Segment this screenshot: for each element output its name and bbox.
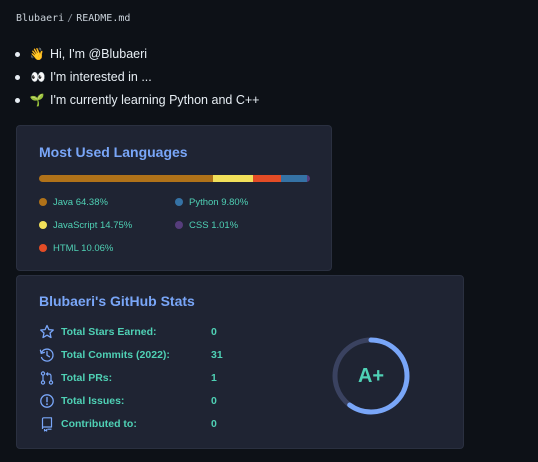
breadcrumb: Blubaeri / README.md	[16, 13, 130, 24]
java-dot-icon	[39, 198, 47, 206]
stat-value: 1	[211, 372, 217, 384]
legend-label: CSS	[189, 220, 209, 231]
legend-percent: 64.38%	[75, 197, 108, 208]
language-bar-segment	[253, 175, 281, 182]
legend-item-html: HTML 10.06%	[39, 243, 113, 255]
languages-card-title: Most Used Languages	[39, 144, 188, 160]
stat-value: 0	[211, 395, 217, 407]
github-stats-card[interactable]: Blubaeri's GitHub Stats Total Stars Earn…	[16, 275, 464, 449]
legend-item-java: Java 64.38%	[39, 197, 108, 209]
pull-request-icon	[40, 371, 54, 385]
language-bar-segment	[307, 175, 310, 182]
eyes-icon: 👀	[30, 70, 46, 84]
languages-card[interactable]: Most Used Languages Java 64.38% JavaScri…	[16, 125, 332, 271]
legend-item-python: Python 9.80%	[175, 197, 248, 209]
legend-label: JavaScript	[53, 220, 98, 231]
language-bar-segment	[280, 175, 308, 182]
stats-card-title: Blubaeri's GitHub Stats	[39, 293, 195, 309]
legend-label: Java	[53, 197, 74, 208]
list-item-text: I'm currently learning Python and C++	[50, 93, 260, 107]
waving-hand-icon: 👋	[29, 47, 45, 61]
javascript-dot-icon	[39, 221, 47, 229]
list-item: 👀 I'm interested in ...	[12, 66, 259, 89]
stat-label: Total Issues:	[61, 395, 125, 407]
list-item: 👋 Hi, I'm @Blubaeri	[12, 43, 259, 66]
html-dot-icon	[39, 244, 47, 252]
breadcrumb-separator: /	[67, 13, 74, 24]
repo-icon	[41, 417, 53, 432]
language-bar-segment	[39, 175, 214, 182]
stat-label: Total PRs:	[61, 372, 113, 384]
legend-item-javascript: JavaScript 14.75%	[39, 220, 132, 232]
issue-icon	[40, 394, 54, 408]
stat-value: 31	[211, 349, 223, 361]
stat-value: 0	[211, 418, 217, 430]
breadcrumb-user[interactable]: Blubaeri	[16, 13, 64, 24]
stat-value: 0	[211, 326, 217, 338]
list-item: 🌱 I'm currently learning Python and C++	[12, 89, 259, 112]
python-dot-icon	[175, 198, 183, 206]
legend-percent: 9.80%	[221, 197, 249, 208]
legend-label: HTML	[53, 243, 79, 254]
list-item-text: Hi, I'm @Blubaeri	[50, 47, 148, 61]
seedling-icon: 🌱	[29, 93, 45, 107]
legend-percent: 14.75%	[100, 220, 133, 231]
rank-grade: A+	[357, 365, 385, 387]
language-bar-segment	[213, 175, 254, 182]
css-dot-icon	[175, 221, 183, 229]
legend-percent: 10.06%	[81, 243, 114, 254]
star-icon	[40, 324, 54, 339]
legend-label: Python	[189, 197, 219, 208]
stat-label: Total Stars Earned:	[61, 326, 157, 338]
stat-label: Contributed to:	[61, 418, 137, 430]
breadcrumb-file: README.md	[76, 13, 131, 24]
legend-percent: 1.01%	[211, 220, 239, 231]
languages-progress-bar	[39, 175, 310, 182]
history-clock-icon	[39, 348, 54, 362]
list-item-text: I'm interested in ...	[50, 70, 152, 84]
intro-list: 👋 Hi, I'm @Blubaeri 👀 I'm interested in ..…	[12, 43, 259, 112]
rank-circle: A+	[331, 336, 411, 416]
legend-item-css: CSS 1.01%	[175, 220, 238, 232]
stat-label: Total Commits (2022):	[61, 349, 170, 361]
